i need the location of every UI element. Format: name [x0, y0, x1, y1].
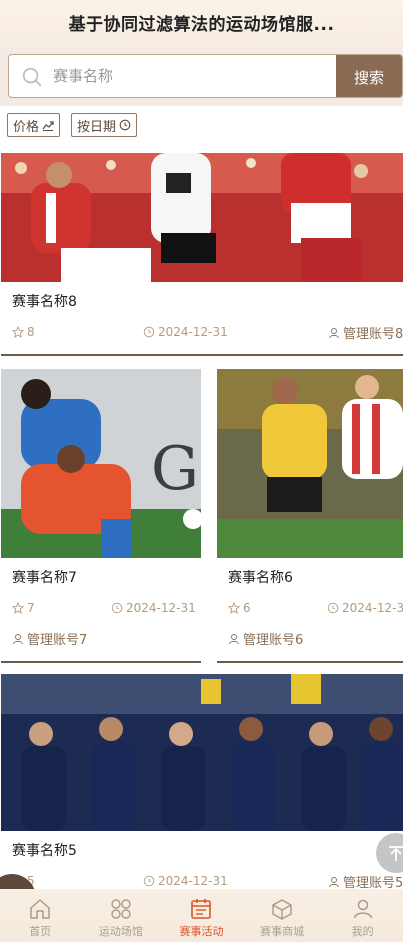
clock-icon [119, 119, 131, 131]
like-value: 7 [27, 601, 35, 615]
arrow-up-icon [389, 846, 403, 861]
event-date: 2024-12-31 [327, 601, 403, 615]
event-card[interactable]: 赛事名称5 5 2024-12-31 管理账号5 [1, 674, 403, 904]
like-value: 8 [27, 325, 35, 339]
search-icon [22, 67, 42, 87]
page: { "header": { "title": "基于协同过滤算法的运动场馆服..… [0, 0, 403, 942]
filter-label: 按日期 [77, 119, 117, 135]
search-input[interactable] [53, 55, 333, 97]
user-icon [229, 633, 239, 644]
date-value: 2024-12-31 [158, 874, 228, 888]
user-icon [329, 876, 339, 887]
date-value: 2024-12-31 [126, 601, 196, 615]
event-date: 2024-12-31 [143, 325, 228, 339]
header-bar: 基于协同过滤算法的运动场馆服... [0, 0, 403, 44]
like-count: 8 [12, 325, 35, 339]
svg-text:G: G [151, 434, 199, 504]
clock-icon [327, 602, 339, 614]
event-image [1, 674, 403, 831]
tab-label: 运动场馆 [98, 925, 143, 938]
like-value: 6 [243, 601, 251, 615]
user-icon [13, 633, 23, 644]
event-card[interactable]: 赛事名称8 8 2024-12-31 管理账号8 [1, 153, 403, 356]
event-name: 赛事名称5 [12, 843, 77, 859]
event-date: 2024-12-31 [143, 874, 228, 888]
author-value: 管理账号7 [27, 633, 88, 648]
clock-icon [143, 875, 155, 887]
search-box: 搜索 [8, 54, 403, 98]
tab-label: 首页 [29, 925, 52, 938]
event-date: 2024-12-31 [111, 601, 196, 615]
bottom-tab-bar: 首页 运动场馆 赛事活动 赛事商城 我的 [0, 889, 403, 942]
tab-shop[interactable]: 赛事商城 [242, 889, 323, 942]
user-icon [329, 327, 339, 338]
event-author: 管理账号8 [328, 323, 403, 342]
event-card[interactable]: 赛事名称6 6 2024-12-31 管理账号6 [217, 369, 403, 663]
event-image: G [1, 369, 201, 558]
event-card[interactable]: G 赛事名称7 7 2024-12-31 管理账号7 [1, 369, 201, 663]
event-author: 管理账号7 [12, 629, 87, 648]
calendar-icon [191, 899, 212, 919]
author-value: 管理账号8 [343, 327, 403, 342]
user-icon [353, 899, 372, 919]
page-title: 基于协同过滤算法的运动场馆服... [68, 14, 335, 35]
tab-events[interactable]: 赛事活动 [161, 889, 242, 942]
event-image [217, 369, 403, 558]
clock-icon [143, 326, 155, 338]
event-name: 赛事名称7 [12, 570, 77, 586]
price-sort-button[interactable]: 价格 [7, 113, 61, 137]
like-count: 7 [12, 601, 35, 615]
search-button[interactable]: 搜索 [336, 55, 402, 97]
tab-home[interactable]: 首页 [0, 889, 81, 942]
clock-icon [111, 602, 123, 614]
event-author: 管理账号6 [228, 629, 303, 648]
tab-label: 我的 [351, 925, 374, 938]
trend-up-icon [42, 121, 54, 131]
home-icon [30, 899, 51, 919]
event-name: 赛事名称8 [12, 294, 77, 310]
like-count: 6 [228, 601, 251, 615]
star-icon [12, 602, 24, 614]
filter-row: 价格 按日期 [0, 106, 403, 150]
event-name: 赛事名称6 [228, 570, 293, 586]
date-value: 2024-12-31 [158, 325, 228, 339]
tab-profile[interactable]: 我的 [322, 889, 403, 942]
search-bar: 搜索 [0, 44, 403, 106]
box-icon [272, 899, 292, 921]
star-icon [12, 326, 24, 338]
tab-label: 赛事活动 [179, 925, 224, 938]
tab-venues[interactable]: 运动场馆 [81, 889, 162, 942]
tab-label: 赛事商城 [260, 925, 305, 938]
grid-icon [111, 899, 131, 919]
event-image [1, 153, 403, 282]
filter-label: 价格 [13, 119, 40, 135]
star-icon [228, 602, 240, 614]
author-value: 管理账号6 [243, 633, 304, 648]
date-value: 2024-12-31 [342, 601, 403, 615]
date-sort-button[interactable]: 按日期 [71, 113, 138, 137]
